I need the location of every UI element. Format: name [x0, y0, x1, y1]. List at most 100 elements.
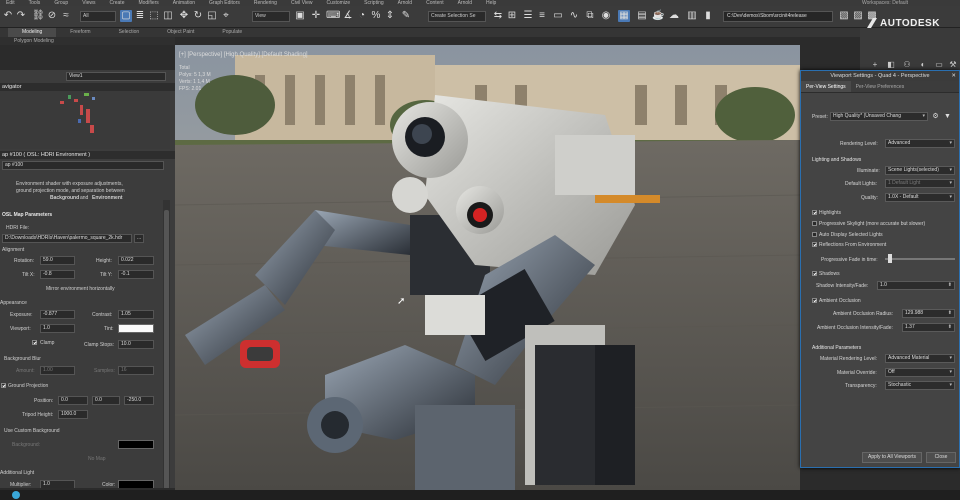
bind-spacewarp-icon[interactable]: ≈	[60, 10, 72, 22]
viewport-spinner[interactable]: 1.0	[40, 324, 75, 333]
navigator-view[interactable]	[0, 91, 170, 149]
material-level-dropdown[interactable]: Advanced Material	[885, 354, 955, 363]
curve-editor-icon[interactable]: ∿	[568, 10, 580, 22]
rect-selection-icon[interactable]: ⬚	[148, 10, 160, 22]
light-color-swatch[interactable]	[118, 480, 154, 488]
selection-filter-dropdown[interactable]: All	[80, 11, 116, 22]
samples-spinner[interactable]: 16	[118, 366, 154, 375]
ao-intensity-spinner[interactable]: 1.37	[902, 323, 955, 332]
apply-all-viewports-button[interactable]: Apply to All Viewports	[862, 452, 922, 463]
additional-light-section[interactable]: Additional Light	[0, 470, 34, 476]
select-rotate-icon[interactable]: ↻	[192, 10, 204, 22]
tab-freeform[interactable]: Freeform	[56, 28, 104, 37]
render-in-cloud-icon[interactable]: ☁	[668, 10, 680, 22]
exposure-spinner[interactable]: -0.877	[40, 310, 75, 319]
close-icon[interactable]: ✕	[951, 71, 956, 81]
perspective-viewport[interactable]: [+] [Perspective] [High Quality] [Defaul…	[175, 45, 800, 490]
schematic-view-icon[interactable]: ⧉	[584, 10, 596, 22]
project-folder-icon[interactable]: ▮	[702, 10, 714, 22]
hdri-browse-button[interactable]: ...	[134, 234, 144, 243]
tab-populate[interactable]: Populate	[208, 28, 256, 37]
bgblur-section[interactable]: Background Blur	[4, 356, 41, 362]
material-editor-icon[interactable]: ◉	[600, 10, 612, 22]
view-dropdown[interactable]: View1	[66, 72, 166, 81]
scene-explorer-icon[interactable]: ☰	[522, 10, 534, 22]
ao-radius-spinner[interactable]: 129.988	[902, 309, 955, 318]
params-header[interactable]: OSL Map Parameters	[2, 212, 52, 218]
default-lights-dropdown[interactable]: 1 Default Light	[885, 179, 955, 188]
select-object-icon[interactable]: ▢	[120, 10, 132, 22]
mirror-environment-button[interactable]: Mirror environment horizontally	[46, 286, 115, 292]
preset-dropdown[interactable]: High Quality* (Unsaved Chang	[830, 112, 928, 121]
spinner-snap-icon[interactable]: ⇕	[384, 10, 396, 22]
shadows-checkbox[interactable]	[812, 271, 817, 276]
map-name-field[interactable]: ap #100	[2, 161, 164, 170]
hdri-file-field[interactable]: D:\Downloads\HDRIs\Haven\palermo_square_…	[2, 234, 132, 243]
viewport-label-menu[interactable]: [+] [Perspective] [High Quality] [Defaul…	[179, 52, 308, 58]
edit-named-selection-icon[interactable]: ✎	[400, 10, 412, 22]
render-production-icon[interactable]: ☕	[652, 10, 664, 22]
tiltx-spinner[interactable]: -0.8	[40, 270, 75, 279]
appearance-section[interactable]: Appearance	[0, 300, 27, 306]
fade-time-slider-knob[interactable]	[888, 254, 892, 263]
select-move-icon[interactable]: ✥	[178, 10, 190, 22]
highlights-checkbox[interactable]	[812, 210, 817, 215]
background-color-swatch[interactable]	[118, 440, 154, 449]
shadow-intensity-spinner[interactable]: 1.0	[877, 281, 955, 290]
keyboard-shortcut-icon[interactable]: ⌨	[326, 10, 340, 22]
tab-modeling[interactable]: Modeling	[8, 28, 57, 37]
position-x-spinner[interactable]: 0.0	[58, 396, 88, 405]
redo-icon[interactable]: ↷	[15, 10, 27, 22]
height-spinner[interactable]: 0.022	[118, 256, 154, 265]
material-override-dropdown[interactable]: Off	[885, 368, 955, 377]
auto-display-lights-checkbox[interactable]	[812, 232, 817, 237]
select-manipulate-icon[interactable]: ✛	[310, 10, 322, 22]
maxscript-listener-icon[interactable]	[12, 491, 20, 499]
render-setup-icon[interactable]: ▦	[618, 10, 630, 22]
alignment-section[interactable]: Alignment	[2, 247, 24, 253]
ribbon-toggle-icon[interactable]: ▭	[552, 10, 564, 22]
clampstops-spinner[interactable]: 10.0	[118, 340, 154, 349]
arnold-render-icon[interactable]: ▥	[686, 10, 698, 22]
placement-icon[interactable]: ⌖	[220, 10, 232, 22]
motion-tab-icon[interactable]: ◐	[918, 60, 928, 70]
pivot-center-icon[interactable]: ▣	[294, 10, 306, 22]
illuminate-dropdown[interactable]: Scene Lights(selected)	[885, 166, 955, 175]
tint-color-swatch[interactable]	[118, 324, 154, 333]
fade-time-slider-track[interactable]	[885, 258, 955, 260]
tilty-spinner[interactable]: -0.1	[118, 270, 154, 279]
progressive-skylight-checkbox[interactable]	[812, 221, 817, 226]
display-tab-icon[interactable]: ▭	[934, 60, 944, 70]
ribbon-sub-label[interactable]: Polygon Modeling	[0, 37, 175, 45]
panel-scrollbar-thumb[interactable]	[164, 210, 169, 488]
reference-coordinate-dropdown[interactable]: View	[252, 11, 290, 22]
preset-save-icon[interactable]: ▼	[943, 112, 952, 121]
map-header[interactable]: ap #100 ( OSL: HDRI Environment )	[0, 151, 175, 159]
rotation-spinner[interactable]: 59.0	[40, 256, 75, 265]
close-button[interactable]: Close	[926, 452, 956, 463]
percent-snap-icon[interactable]: %	[370, 10, 382, 22]
transparency-dropdown[interactable]: Stochastic	[885, 381, 955, 390]
undo-icon[interactable]: ↶	[2, 10, 14, 22]
no-map-button[interactable]: No Map	[88, 456, 106, 462]
create-tab-icon[interactable]: +	[870, 60, 880, 70]
rendered-frame-window-icon[interactable]: ▤	[636, 10, 648, 22]
tab-object-paint[interactable]: Object Paint	[153, 28, 208, 37]
ambient-occlusion-checkbox[interactable]	[812, 298, 817, 303]
reflections-checkbox[interactable]	[812, 242, 817, 247]
utilities-tab-icon[interactable]: ⚒	[948, 60, 958, 70]
unlink-icon[interactable]: ⊘	[46, 10, 58, 22]
tab-selection[interactable]: Selection	[105, 28, 154, 37]
snaps-toggle-icon[interactable]: ∡	[342, 10, 354, 22]
multiplier-spinner[interactable]: 1.0	[40, 480, 75, 488]
named-selection-set-dropdown[interactable]: Create Selection Se	[428, 11, 486, 22]
project-settings-icon[interactable]: ▨	[852, 10, 864, 22]
ground-projection-checkbox[interactable]	[1, 383, 6, 388]
amount-spinner[interactable]: 1.00	[40, 366, 75, 375]
rendering-level-dropdown[interactable]: Advanced	[885, 139, 955, 148]
set-project-icon[interactable]: ▧	[838, 10, 850, 22]
tripod-spinner[interactable]: 1000.0	[58, 410, 88, 419]
tab-per-view-preferences[interactable]: Per-View Preferences	[851, 81, 910, 92]
custom-bg-section[interactable]: Use Custom Background	[4, 428, 60, 434]
window-crossing-icon[interactable]: ◫	[162, 10, 174, 22]
